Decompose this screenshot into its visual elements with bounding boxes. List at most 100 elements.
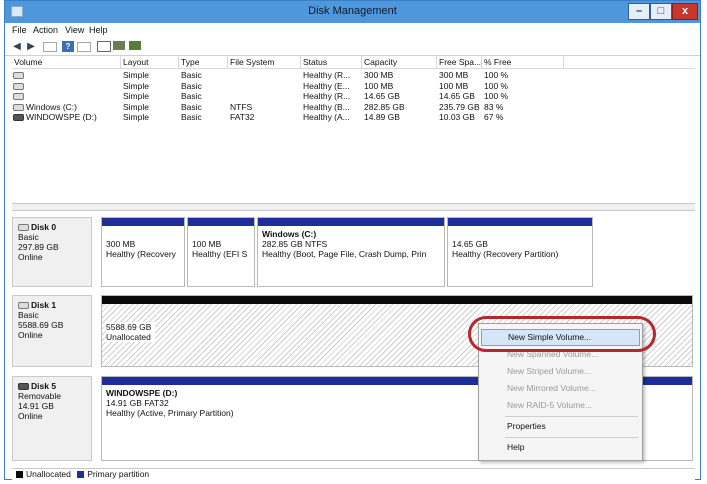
volume-cell-text: Healthy (R...: [303, 70, 351, 80]
volume-cell-free: 300 MB: [439, 70, 482, 80]
volume-cell-pct: 67 %: [484, 112, 564, 122]
back-arrow-icon[interactable]: ◀: [11, 41, 23, 52]
column-header-file-system[interactable]: File System: [228, 56, 301, 69]
volume-icon: [13, 82, 24, 90]
volume-cell-text: WINDOWSPE (D:): [26, 112, 97, 122]
toolbar: ◀ ▶ ?: [5, 38, 700, 56]
volume-cell-text: 100 %: [484, 70, 509, 80]
volume-cell-text: NTFS: [230, 101, 253, 112]
disk-icon: [18, 224, 29, 232]
volume-cell-capacity: 14.89 GB: [364, 112, 437, 122]
column-header-volume[interactable]: Volume: [12, 56, 121, 69]
disk-0-efi-partition[interactable]: 100 MB Healthy (EFI S: [187, 217, 255, 287]
volume-list: Volume Layout Type File System Status Ca…: [12, 56, 695, 202]
maximize-button[interactable]: □: [650, 3, 672, 20]
volume-cell-capacity: 300 MB: [364, 70, 437, 80]
menu-item-new-raid5-volume[interactable]: New RAID-5 Volume...: [481, 397, 640, 414]
volume-cell-text: 14.89 GB: [364, 112, 400, 122]
menu-file[interactable]: File: [12, 25, 27, 35]
volume-cell-text: Basic: [181, 70, 202, 80]
refresh-icon[interactable]: [97, 41, 111, 52]
volume-cell-text: 14.65 GB: [439, 91, 475, 101]
volume-cell-text: 10.03 GB: [439, 112, 475, 122]
menu-action[interactable]: Action: [33, 25, 58, 35]
menu-item-help[interactable]: Help: [481, 439, 640, 456]
volume-cell-layout: Simple: [123, 91, 179, 101]
volume-cell-layout: Simple: [123, 81, 179, 91]
volume-cell-text: Basic: [181, 101, 202, 112]
volume-cell-capacity: 100 MB: [364, 81, 437, 91]
legend-unallocated: Unallocated: [26, 469, 71, 479]
disk-5-label[interactable]: Disk 5 Removable 14.91 GB Online: [12, 376, 92, 461]
volume-cell-text: 83 %: [484, 101, 504, 112]
close-button[interactable]: x: [672, 3, 698, 20]
volume-cell-type: Basic: [181, 102, 228, 112]
column-header-layout[interactable]: Layout: [121, 56, 179, 69]
volume-cell-volume[interactable]: [13, 91, 121, 101]
volume-cell-status: Healthy (R...: [303, 91, 362, 101]
volume-cell-volume[interactable]: Windows (C:): [13, 102, 121, 112]
volume-cell-text: Simple: [123, 80, 149, 91]
volume-cell-text: Healthy (A...: [303, 112, 350, 122]
volume-cell-volume[interactable]: WINDOWSPE (D:): [13, 112, 121, 122]
volume-cell-text: 300 MB: [364, 70, 394, 80]
volume-cell-type: Basic: [181, 70, 228, 80]
pane-splitter[interactable]: [12, 203, 695, 211]
volume-cell-layout: Simple: [123, 102, 179, 112]
menu-view[interactable]: View: [65, 25, 84, 35]
volume-cell-text: 14.65 GB: [364, 91, 400, 101]
menu-item-new-striped-volume[interactable]: New Striped Volume...: [481, 363, 640, 380]
volume-cell-text: Simple: [123, 91, 149, 101]
disk-settings-icon[interactable]: [129, 41, 141, 50]
column-header-free-space[interactable]: Free Spa...: [437, 56, 482, 69]
disk-0-label[interactable]: Disk 0 Basic 297.89 GB Online: [12, 217, 92, 287]
help-icon[interactable]: ?: [62, 41, 74, 52]
volume-cell-text: 300 MB: [439, 70, 469, 80]
disk-icon: [18, 302, 29, 310]
menu-item-properties[interactable]: Properties: [481, 418, 640, 435]
volume-cell-status: Healthy (A...: [303, 112, 362, 122]
volume-cell-volume[interactable]: [13, 70, 121, 80]
console-tree-icon[interactable]: [43, 42, 57, 52]
volume-icon: [13, 103, 24, 111]
primary-partition-swatch: [77, 471, 85, 479]
menu-item-new-mirrored-volume[interactable]: New Mirrored Volume...: [481, 380, 640, 397]
volume-cell-text: Healthy (R...: [303, 91, 351, 101]
volume-cell-type: Basic: [181, 81, 228, 91]
volume-cell-text: 100 MB: [439, 80, 469, 91]
volume-cell-free: 10.03 GB: [439, 112, 482, 122]
volume-cell-text: Healthy (E...: [303, 80, 350, 91]
volume-cell-text: 235.79 GB: [439, 101, 480, 112]
column-header-empty: [564, 56, 695, 69]
minimize-button[interactable]: –: [628, 3, 650, 20]
column-header-percent-free[interactable]: % Free: [482, 56, 564, 69]
properties-icon[interactable]: [113, 41, 125, 50]
volume-icon: [13, 93, 24, 101]
volume-cell-pct: 100 %: [484, 70, 564, 80]
volume-cell-text: Healthy (B...: [303, 101, 350, 112]
forward-arrow-icon[interactable]: ▶: [25, 41, 37, 52]
volume-cell-capacity: 14.65 GB: [364, 91, 437, 101]
volume-cell-fs: NTFS: [230, 102, 301, 112]
title-bar[interactable]: Disk Management – □ x: [5, 1, 700, 23]
disk-0-recovery-partition-2[interactable]: 14.65 GB Healthy (Recovery Partition): [447, 217, 593, 287]
column-header-capacity[interactable]: Capacity: [362, 56, 437, 69]
column-header-status[interactable]: Status: [301, 56, 362, 69]
properties-view-icon[interactable]: [77, 42, 91, 52]
volume-cell-pct: 100 %: [484, 81, 564, 91]
disk-1-label[interactable]: Disk 1 Basic 5588.69 GB Online: [12, 295, 92, 367]
menu-help[interactable]: Help: [89, 25, 108, 35]
volume-cell-text: FAT32: [230, 112, 255, 122]
removable-disk-icon: [18, 383, 29, 391]
disk-0-windows-partition[interactable]: Windows (C:) 282.85 GB NTFS Healthy (Boot,…: [257, 217, 445, 287]
volume-cell-volume[interactable]: [13, 81, 121, 91]
volume-cell-free: 235.79 GB: [439, 102, 482, 112]
disk-0-recovery-partition[interactable]: 300 MB Healthy (Recovery: [101, 217, 185, 287]
column-header-type[interactable]: Type: [179, 56, 228, 69]
removable-volume-icon: [13, 114, 24, 122]
volume-cell-text: Basic: [181, 80, 202, 91]
highlight-annotation-ring: [468, 316, 656, 352]
volume-cell-text: 100 %: [484, 80, 509, 91]
volume-cell-pct: 83 %: [484, 102, 564, 112]
volume-icon: [13, 72, 24, 80]
